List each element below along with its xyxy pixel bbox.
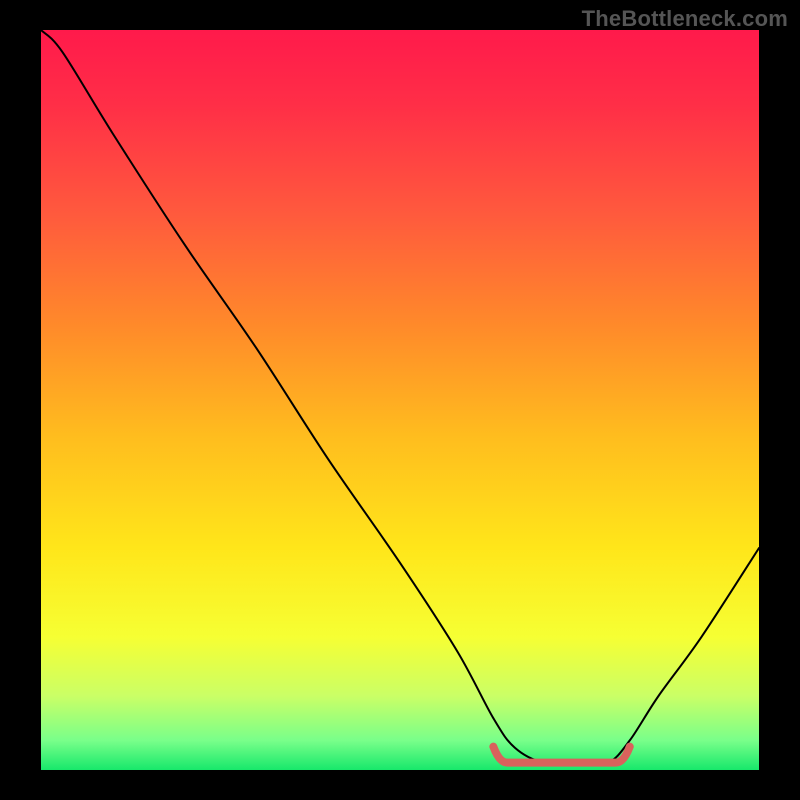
chart-container: TheBottleneck.com <box>0 0 800 800</box>
watermark-text: TheBottleneck.com <box>582 6 788 32</box>
gradient-background <box>41 30 759 770</box>
bottleneck-chart-svg <box>41 30 759 770</box>
plot-area <box>41 30 759 770</box>
